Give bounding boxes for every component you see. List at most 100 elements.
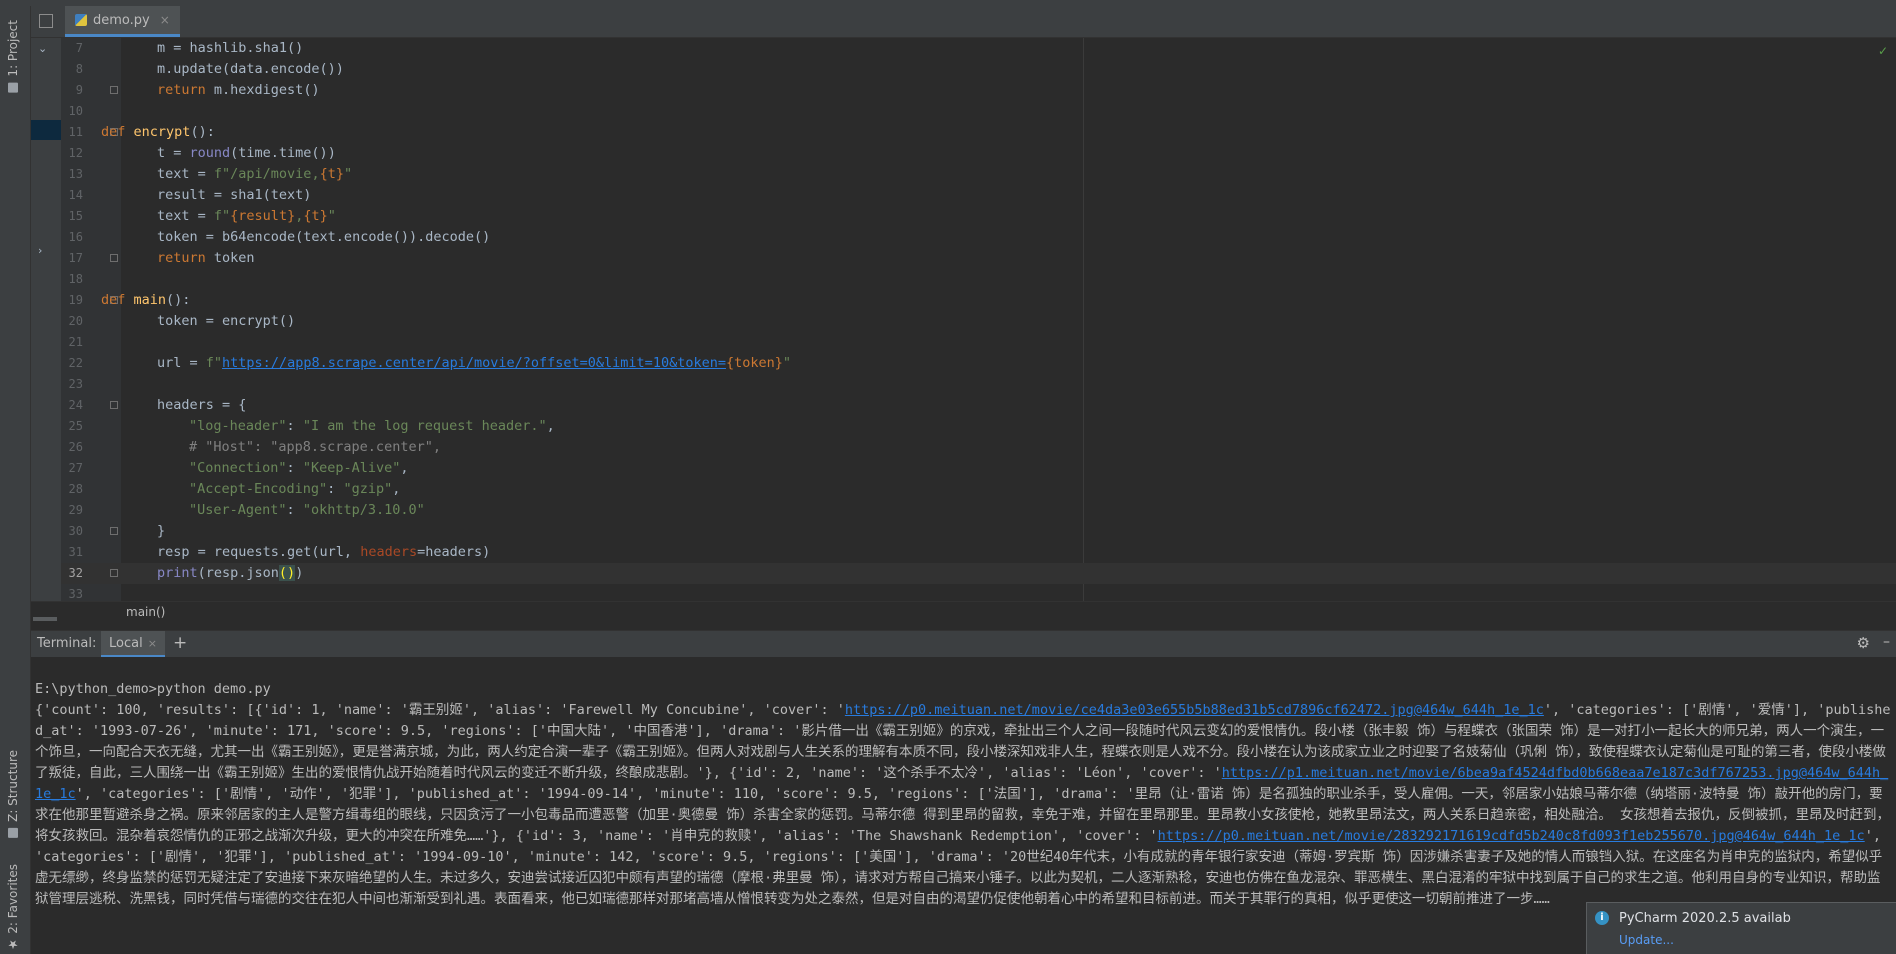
string-literal: " [782, 355, 792, 371]
favorites-toolwindow-button[interactable]: ★ 2: Favorites [6, 864, 20, 952]
code-text: m = hashlib.sha1() [157, 40, 304, 56]
code-text: url = f"https://app8.scrape.center/api/m… [123, 353, 791, 374]
close-tab-icon[interactable]: × [160, 13, 170, 27]
line-number: 22 [68, 356, 83, 370]
keyword-argument: headers [360, 544, 418, 560]
line-number: 7 [75, 41, 83, 55]
dict-key: "log-header" [189, 418, 287, 434]
project-toolwindow-label: 1: Project [6, 20, 20, 77]
tab-demo-py[interactable]: demo.py × [65, 6, 180, 37]
line-number: 31 [68, 545, 83, 559]
terminal-text: E:\python_demo>python demo.py {'count': … [35, 679, 1891, 910]
line-number: 24 [68, 398, 83, 412]
line-number: 29 [68, 503, 83, 517]
line-number: 19 [68, 293, 83, 307]
hide-panel-icon[interactable]: – [1883, 634, 1890, 650]
code-line: 7 m = hashlib.sha1() [61, 38, 1896, 59]
gear-icon[interactable]: ⚙ [1857, 634, 1870, 652]
code-line: 33 [61, 584, 1896, 601]
line-number: 9 [75, 83, 83, 97]
tab-local[interactable]: Local × [101, 631, 165, 657]
line-number: 21 [68, 335, 83, 349]
code-text: "User-Agent": "okhttp/3.10.0" [189, 502, 425, 518]
code-fragment: (): [166, 292, 191, 308]
code-line: 19 def main(): [61, 290, 1896, 311]
code-line: 25 "log-header": "I am the log request he… [61, 416, 1896, 437]
code-fragment: (): [190, 124, 215, 140]
left-tool-strip: 1: Project Z: Structure ★ 2: Favorites [0, 6, 31, 954]
tab-filename: demo.py [93, 12, 150, 28]
folder-icon [8, 82, 18, 93]
code-fragment: ) [295, 565, 304, 581]
code-line: 28 "Accept-Encoding": "gzip", [61, 479, 1896, 500]
project-toolwindow-button[interactable]: 1: Project [6, 20, 20, 93]
project-panel: ⌄ › [31, 6, 62, 622]
recent-files-icon[interactable] [39, 14, 53, 28]
line-number: 10 [68, 104, 83, 118]
structure-toolwindow-button[interactable]: Z: Structure [6, 750, 20, 838]
code-editor[interactable]: ✓ 7m = hashlib.sha1() 8 m.update(data.enc… [61, 38, 1896, 601]
code-line: 12 t = round(time.time()) [61, 143, 1896, 164]
line-number: 15 [68, 209, 83, 223]
code-text: text = f"{result},{t}" [123, 206, 336, 227]
code-line: 17 return token [61, 248, 1896, 269]
line-number: 30 [68, 524, 83, 538]
dict-value: "Keep-Alive" [302, 460, 401, 476]
code-line: 30} [61, 521, 1896, 542]
code-text: m.update(data.encode()) [157, 61, 344, 77]
chevron-right-icon[interactable]: › [38, 244, 42, 257]
code-comment: # "Host": "app8.scrape.center", [189, 439, 441, 455]
python-file-icon [75, 14, 87, 26]
code-text: "Accept-Encoding": "gzip", [189, 481, 401, 497]
code-fragment: t = [157, 145, 190, 161]
line-number: 8 [75, 62, 83, 76]
code-fragment: m.hexdigest() [205, 82, 320, 98]
line-number: 20 [68, 314, 83, 328]
star-icon: ★ [6, 937, 20, 952]
line-number: 17 [68, 251, 83, 265]
terminal-header: Terminal: Local × + ⚙ – [31, 630, 1896, 658]
url-link[interactable]: https://p0.meituan.net/movie/28329217161… [1158, 828, 1865, 844]
code-text: print(resp.json()) [123, 563, 303, 584]
string-literal: " [343, 166, 353, 182]
code-fragment: (time.time()) [230, 145, 336, 161]
code-text: token = encrypt() [157, 313, 296, 329]
keyword: return [157, 250, 206, 266]
code-line: 10 [61, 101, 1896, 122]
project-selected-row[interactable] [31, 120, 61, 140]
fold-marker-icon[interactable] [110, 254, 118, 262]
horizontal-scrollbar[interactable] [33, 617, 57, 621]
code-line: 8 m.update(data.encode()) [61, 59, 1896, 80]
fold-marker-icon[interactable] [110, 401, 118, 409]
line-number: 14 [68, 188, 83, 202]
favorites-toolwindow-label: 2: Favorites [6, 864, 20, 934]
fstring-placeholder: {result} [230, 208, 296, 224]
new-terminal-icon[interactable]: + [173, 633, 187, 653]
update-link[interactable]: Update... [1619, 933, 1674, 947]
code-line: 11 def encrypt(): [61, 122, 1896, 143]
line-number: 28 [68, 482, 83, 496]
function-name: main [133, 292, 167, 308]
line-number: 32 [68, 566, 83, 580]
line-number: 26 [68, 440, 83, 454]
fstring-placeholder: {token} [725, 355, 783, 371]
url-link[interactable]: https://p0.meituan.net/movie/ce4da3e03e6… [845, 702, 1544, 718]
line-number: 18 [68, 272, 83, 286]
dict-value: "gzip" [343, 481, 393, 497]
close-tab-icon[interactable]: × [148, 637, 157, 650]
code-line: 24 headers = { [61, 395, 1896, 416]
terminal-command: E:\python_demo>python demo.py [35, 681, 271, 697]
code-fragment: resp = requests.get(url, [157, 544, 361, 560]
dict-value: "okhttp/3.10.0" [302, 502, 425, 518]
url-link[interactable]: https://app8.scrape.center/api/movie/?of… [222, 355, 726, 371]
breadcrumb-item[interactable]: main() [126, 605, 165, 619]
fold-marker-icon[interactable] [110, 569, 118, 577]
fold-marker-icon[interactable] [110, 527, 118, 535]
chevron-down-icon[interactable]: ⌄ [38, 42, 47, 55]
code-line: 16 token = b64encode(text.encode()).decod… [61, 227, 1896, 248]
code-line: 14 result = sha1(text) [61, 185, 1896, 206]
fstring-placeholder: {t} [303, 208, 328, 224]
code-text: headers = { [157, 397, 247, 413]
fold-marker-icon[interactable] [110, 86, 118, 94]
code-text: result = sha1(text) [157, 187, 312, 203]
